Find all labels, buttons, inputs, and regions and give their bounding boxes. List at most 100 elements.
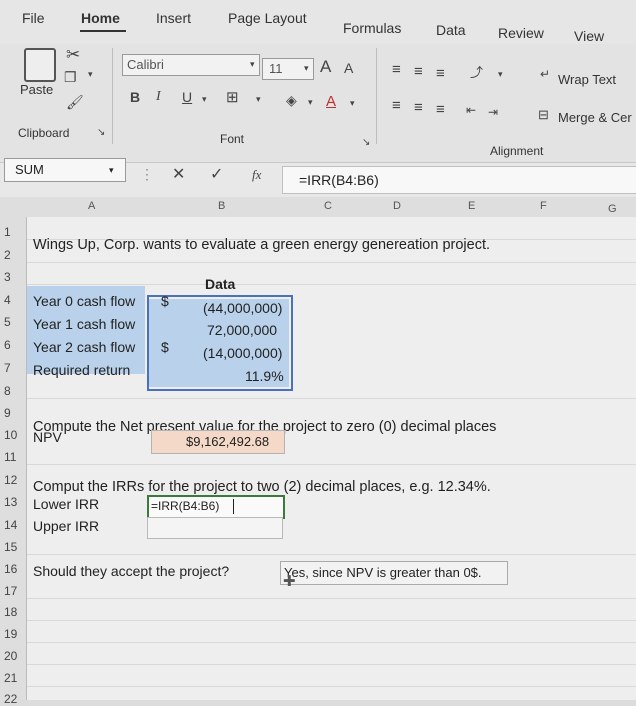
clipboard-launcher-icon[interactable]: ↘: [97, 128, 105, 138]
row-header[interactable]: 5: [4, 315, 11, 329]
row-header[interactable]: 2: [4, 248, 11, 262]
row-header[interactable]: 3: [4, 270, 11, 284]
row-header[interactable]: 8: [4, 384, 11, 398]
row-header[interactable]: 6: [4, 338, 11, 352]
format-painter-icon[interactable]: 🖌: [66, 95, 84, 109]
row-header[interactable]: 4: [4, 293, 11, 307]
cut-icon[interactable]: ✂: [66, 46, 80, 63]
align-left-icon[interactable]: ≡: [392, 98, 401, 113]
font-size-dropdown-icon[interactable]: ▾: [304, 64, 309, 73]
font-name-dropdown-icon[interactable]: ▾: [250, 60, 255, 69]
copy-icon[interactable]: ❐: [64, 70, 77, 84]
align-right-icon[interactable]: ≡: [436, 102, 445, 117]
column-header-g[interactable]: G: [608, 203, 617, 215]
italic-button[interactable]: I: [156, 90, 161, 104]
cell-b13-lower-irr-editing[interactable]: =IRR(B4:B6): [147, 495, 285, 519]
cell-a12-irr-question[interactable]: Comput the IRRs for the project to two (…: [33, 479, 491, 495]
cell-b10-npv[interactable]: $9,162,492.68: [151, 430, 285, 454]
worksheet-grid[interactable]: Wings Up, Corp. wants to evaluate a gree…: [27, 217, 636, 700]
menu-insert[interactable]: Insert: [156, 10, 191, 26]
increase-indent-icon[interactable]: ⇥: [488, 106, 498, 118]
menu-home[interactable]: Home: [81, 10, 120, 26]
font-name-box[interactable]: Calibri: [122, 54, 260, 76]
cell-b3-data-header[interactable]: Data: [205, 276, 235, 292]
borders-icon[interactable]: ⊞: [226, 90, 239, 105]
name-box-dropdown-icon[interactable]: ▾: [109, 165, 114, 176]
paste-button-label[interactable]: Paste: [20, 82, 53, 97]
cell-a10-npv-label[interactable]: NPV: [33, 429, 62, 445]
row-header[interactable]: 12: [4, 473, 17, 487]
menu-review[interactable]: Review: [498, 25, 544, 41]
cell-d16-answer[interactable]: Yes, since NPV is greater than 0$.: [280, 561, 508, 585]
borders-dropdown-icon[interactable]: ▾: [256, 95, 261, 104]
row-header[interactable]: 19: [4, 627, 17, 641]
column-header-c[interactable]: C: [324, 200, 332, 212]
menu-data[interactable]: Data: [436, 22, 466, 38]
row-header[interactable]: 11: [4, 450, 16, 464]
row-header[interactable]: 10: [4, 428, 17, 442]
underline-button[interactable]: U: [182, 90, 192, 104]
column-header-d[interactable]: D: [393, 200, 401, 212]
cell-a7-label[interactable]: Required return: [33, 362, 130, 378]
row-header[interactable]: 15: [4, 540, 17, 554]
cell-b4-value[interactable]: (44,000,000): [203, 300, 282, 316]
menu-file[interactable]: File: [22, 10, 45, 26]
underline-dropdown-icon[interactable]: ▾: [202, 95, 207, 104]
row-header[interactable]: 18: [4, 605, 17, 619]
cell-a1-title[interactable]: Wings Up, Corp. wants to evaluate a gree…: [33, 237, 490, 253]
row-header[interactable]: 20: [4, 649, 17, 663]
row-header[interactable]: 1: [4, 225, 11, 239]
cell-a14-upper-irr-label[interactable]: Upper IRR: [33, 518, 99, 534]
cell-a5-label[interactable]: Year 1 cash flow: [33, 316, 135, 332]
cell-a16-accept-question[interactable]: Should they accept the project?: [33, 563, 229, 579]
menu-page-layout[interactable]: Page Layout: [228, 10, 307, 26]
merge-center-icon[interactable]: ⊟: [538, 108, 549, 121]
grow-font-icon[interactable]: A: [320, 58, 331, 75]
cell-b6-value[interactable]: (14,000,000): [203, 345, 282, 361]
row-header[interactable]: 22: [4, 692, 17, 706]
cell-a13-lower-irr-label[interactable]: Lower IRR: [33, 496, 99, 512]
copy-dropdown-icon[interactable]: ▾: [88, 70, 93, 79]
cell-a4-label[interactable]: Year 0 cash flow: [33, 293, 135, 309]
wrap-text-button[interactable]: Wrap Text: [558, 72, 616, 87]
bold-button[interactable]: B: [130, 90, 140, 104]
font-launcher-icon[interactable]: ↘: [362, 138, 370, 148]
cancel-edit-button[interactable]: ✕: [172, 167, 185, 183]
menu-view[interactable]: View: [574, 28, 604, 44]
orientation-icon[interactable]: ⤴: [470, 66, 483, 79]
cell-b5-value[interactable]: 72,000,000: [207, 322, 277, 338]
row-header[interactable]: 13: [4, 495, 17, 509]
orientation-dropdown-icon[interactable]: ▾: [498, 70, 503, 79]
align-center-icon[interactable]: ≡: [414, 100, 423, 115]
row-header[interactable]: 7: [4, 361, 11, 375]
column-header-b[interactable]: B: [218, 200, 225, 212]
wrap-text-icon[interactable]: ↵: [540, 68, 550, 80]
fill-color-icon[interactable]: ◈: [286, 93, 297, 107]
enter-edit-button[interactable]: ✓: [210, 167, 223, 183]
cell-a6-label[interactable]: Year 2 cash flow: [33, 339, 135, 355]
column-header-e[interactable]: E: [468, 200, 475, 212]
menu-formulas[interactable]: Formulas: [343, 20, 401, 36]
row-header[interactable]: 16: [4, 562, 17, 576]
decrease-indent-icon[interactable]: ⇤: [466, 104, 476, 116]
merge-center-button[interactable]: Merge & Cer: [558, 110, 632, 125]
row-header[interactable]: 21: [4, 671, 17, 685]
column-header-a[interactable]: A: [88, 200, 95, 212]
row-header[interactable]: 17: [4, 584, 17, 598]
cell-b7-value[interactable]: 11.9%: [245, 368, 284, 384]
column-header-f[interactable]: F: [540, 200, 547, 212]
paste-icon[interactable]: [24, 48, 56, 82]
cell-b14-upper-irr[interactable]: [147, 517, 283, 539]
font-color-dropdown-icon[interactable]: ▾: [350, 99, 355, 108]
align-top-icon[interactable]: ≡: [392, 62, 401, 77]
row-header[interactable]: 9: [4, 406, 11, 420]
insert-function-button[interactable]: fx: [252, 168, 261, 181]
align-bottom-icon[interactable]: ≡: [436, 66, 445, 81]
align-middle-icon[interactable]: ≡: [414, 64, 423, 79]
row-header[interactable]: 14: [4, 518, 17, 532]
font-color-button[interactable]: A: [326, 94, 336, 109]
name-box[interactable]: SUM ▾: [4, 158, 126, 182]
shrink-font-icon[interactable]: A: [344, 61, 353, 75]
formula-input[interactable]: =IRR(B4:B6): [282, 166, 636, 194]
fill-color-dropdown-icon[interactable]: ▾: [308, 98, 313, 107]
